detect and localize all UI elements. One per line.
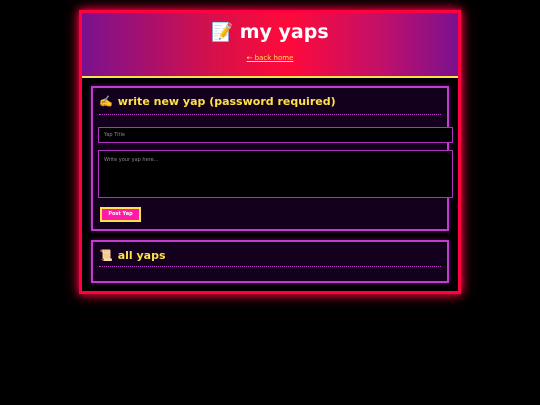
write-yap-heading: ✍️ write new yap (password required) — [99, 95, 441, 108]
page-title: 📝 my yaps — [82, 21, 458, 43]
page-title-text: my yaps — [239, 21, 329, 43]
all-yaps-heading-text: all yaps — [117, 249, 166, 262]
write-yap-card: ✍️ write new yap (password required) Yap … — [91, 86, 453, 231]
back-home-link[interactable]: ← back home — [82, 54, 458, 62]
memo-icon: 📝 — [211, 22, 234, 43]
yap-title-input[interactable]: Yap Title — [98, 127, 453, 143]
page-header: 📝 my yaps ← back home — [82, 13, 458, 78]
yap-body-textarea[interactable]: Write your yap here... — [98, 150, 453, 198]
writing-hand-icon: ✍️ — [99, 95, 113, 108]
divider — [99, 114, 441, 115]
write-yap-heading-text: write new yap (password required) — [117, 95, 336, 108]
all-yaps-card: 📜 all yaps — [91, 240, 449, 283]
main-frame: 📝 my yaps ← back home ✍️ write new yap (pa… — [79, 10, 461, 294]
divider — [99, 266, 441, 267]
post-yap-button[interactable]: Post Yap — [100, 207, 141, 222]
scroll-icon: 📜 — [99, 249, 113, 262]
all-yaps-heading: 📜 all yaps — [99, 249, 441, 262]
